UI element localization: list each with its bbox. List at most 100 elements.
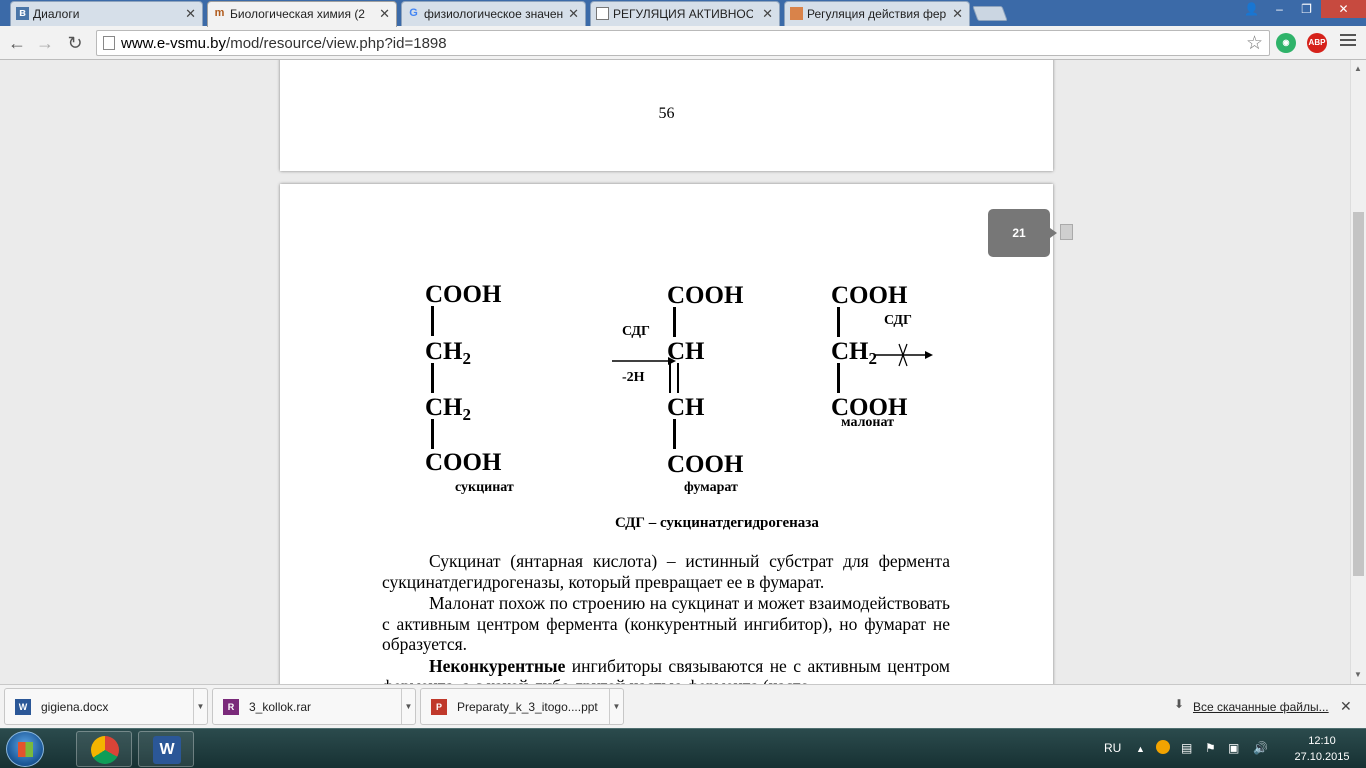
slide-number-badge[interactable]: 21 [988, 209, 1057, 257]
formula-line: CH [667, 338, 705, 365]
tab-strip: в Диалоги ✕ m Биологическая химия (2 ✕ G… [0, 0, 1366, 27]
word-icon: W [153, 736, 181, 764]
back-icon[interactable]: ← [6, 32, 28, 54]
bond-line [837, 307, 840, 337]
bookmark-star-icon[interactable]: ☆ [1246, 32, 1263, 55]
minimize-button[interactable]: – [1266, 0, 1293, 18]
rar-icon: R [223, 699, 239, 715]
url-path: /mod/resource/view.php?id=1898 [226, 35, 447, 52]
document-icon [596, 7, 609, 20]
norton-icon[interactable] [1156, 740, 1170, 754]
double-bond-line [677, 363, 679, 393]
previous-page: 56 [280, 60, 1053, 171]
document-viewer: 56 21 COOH CH 2 CH 2 COOH сукцинат СДГ -2H… [0, 60, 1350, 684]
scroll-up-icon[interactable]: ▲ [1354, 64, 1362, 73]
download-item[interactable]: R 3_kollok.rar ▼ [212, 688, 416, 725]
forward-icon[interactable]: → [34, 32, 56, 54]
url-text[interactable]: www.e-vsmu.by/mod/resource/view.php?id=1… [121, 35, 447, 52]
download-item[interactable]: P Preparaty_k_3_itogo....ppt ▼ [420, 688, 624, 725]
formula-line: COOH [667, 282, 744, 309]
tab-label: физиологическое значен [424, 7, 564, 21]
address-bar[interactable]: www.e-vsmu.by/mod/resource/view.php?id=1… [96, 30, 1270, 56]
figure-caption: СДГ – сукцинатдегидрогеназа [615, 515, 819, 531]
moodle-icon: m [214, 7, 225, 19]
close-tab-icon[interactable]: ✕ [185, 6, 196, 22]
cofactor-label: -2H [622, 370, 645, 385]
chevron-down-icon[interactable]: ▼ [193, 689, 207, 724]
adblock-plus-icon[interactable]: ABP [1307, 33, 1327, 53]
formula-line: COOH [831, 282, 908, 309]
menu-icon[interactable] [1340, 34, 1356, 49]
subscript: 2 [462, 349, 472, 368]
url-host: www.e-vsmu.by [121, 35, 227, 52]
word-icon: W [15, 699, 31, 715]
download-name: Preparaty_k_3_itogo....ppt [457, 700, 598, 714]
download-name: 3_kollok.rar [249, 700, 312, 714]
maximize-button[interactable]: ❐ [1293, 0, 1320, 18]
download-arrow-icon: ⬇ [1174, 697, 1185, 711]
volume-icon[interactable]: 🔊 [1253, 741, 1268, 755]
taskbar-word[interactable]: W [138, 731, 194, 767]
chevron-down-icon[interactable]: ▼ [609, 689, 623, 724]
malonate-label: малонат [841, 415, 894, 430]
formula-line: COOH [425, 449, 502, 476]
formula-line: COOH [667, 451, 744, 478]
page-icon [103, 36, 115, 50]
tab-label: Биологическая химия (2 [230, 7, 365, 21]
tab-label: Регуляция действия фер [807, 7, 947, 21]
tab-physiological[interactable]: G физиологическое значен ✕ [401, 1, 586, 26]
download-shelf: W gigiena.docx ▼ R 3_kollok.rar ▼ P Prep… [0, 684, 1366, 728]
close-shelf-icon[interactable]: ✕ [1340, 698, 1352, 715]
bond-line [673, 419, 676, 449]
close-tab-icon[interactable]: ✕ [379, 6, 390, 22]
taskbar-chrome[interactable] [76, 731, 132, 767]
download-item[interactable]: W gigiena.docx ▼ [4, 688, 208, 725]
tab-regulation-enzymes[interactable]: Регуляция действия фер ✕ [784, 1, 970, 26]
formula-line: CH [667, 394, 705, 421]
start-button[interactable] [6, 731, 44, 767]
bold-term: Неконкурентные [429, 655, 566, 676]
device-icon[interactable]: ▣ [1228, 741, 1239, 755]
succinate-label: сукцинат [455, 480, 514, 495]
vertical-scrollbar[interactable]: ▲ ▼ [1350, 60, 1366, 684]
close-tab-icon[interactable]: ✕ [762, 6, 773, 22]
action-center-flag-icon[interactable]: ⚑ [1205, 741, 1216, 755]
download-name: gigiena.docx [41, 700, 109, 714]
enzyme-label: СДГ [622, 324, 650, 339]
formula-text: CH [831, 338, 869, 365]
tab-label: РЕГУЛЯЦИЯ АКТИВНОСТ [613, 7, 753, 21]
vk-icon: в [16, 7, 29, 20]
page-number: 56 [658, 105, 675, 122]
body-text: Сукцинат (янтарная кислота) – истинный с… [382, 551, 950, 684]
scrollbar-thumb[interactable] [1353, 212, 1364, 576]
tab-dialogs[interactable]: в Диалоги ✕ [10, 1, 203, 26]
grammarly-icon[interactable]: ◉ [1276, 33, 1296, 53]
bond-line [431, 363, 434, 393]
reload-icon[interactable]: ↻ [64, 32, 86, 54]
paragraph: Малонат похож по строению на сукцинат и … [382, 593, 950, 654]
clock[interactable]: 12:10 27.10.2015 [1290, 733, 1354, 765]
slide-thumbnail[interactable] [1060, 224, 1073, 240]
close-tab-icon[interactable]: ✕ [952, 6, 963, 22]
windows-logo-icon [18, 742, 33, 757]
paragraph: Сукцинат (янтарная кислота) – истинный с… [382, 551, 950, 592]
bond-line [837, 363, 840, 393]
close-window-button[interactable]: ✕ [1321, 0, 1366, 18]
language-indicator[interactable]: RU [1104, 741, 1121, 755]
enzyme-label: СДГ [884, 313, 912, 328]
bond-line [431, 306, 434, 336]
new-tab-button[interactable] [972, 6, 1008, 21]
show-hidden-icons-icon[interactable]: ▲ [1136, 744, 1145, 754]
chevron-down-icon[interactable]: ▼ [401, 689, 415, 724]
subscript: 2 [462, 405, 472, 424]
chrome-icon [91, 736, 119, 764]
close-tab-icon[interactable]: ✕ [568, 6, 579, 22]
all-downloads-link[interactable]: Все скачанные файлы... [1193, 700, 1329, 714]
tab-regulation-activity[interactable]: РЕГУЛЯЦИЯ АКТИВНОСТ ✕ [590, 1, 780, 26]
user-icon[interactable]: 👤 [1238, 0, 1265, 18]
scroll-down-icon[interactable]: ▼ [1354, 670, 1362, 679]
double-bond-line [669, 363, 671, 393]
network-icon[interactable]: ▤ [1181, 741, 1192, 755]
pdf-icon: P [431, 699, 447, 715]
tab-biochemistry[interactable]: m Биологическая химия (2 ✕ [207, 1, 397, 27]
